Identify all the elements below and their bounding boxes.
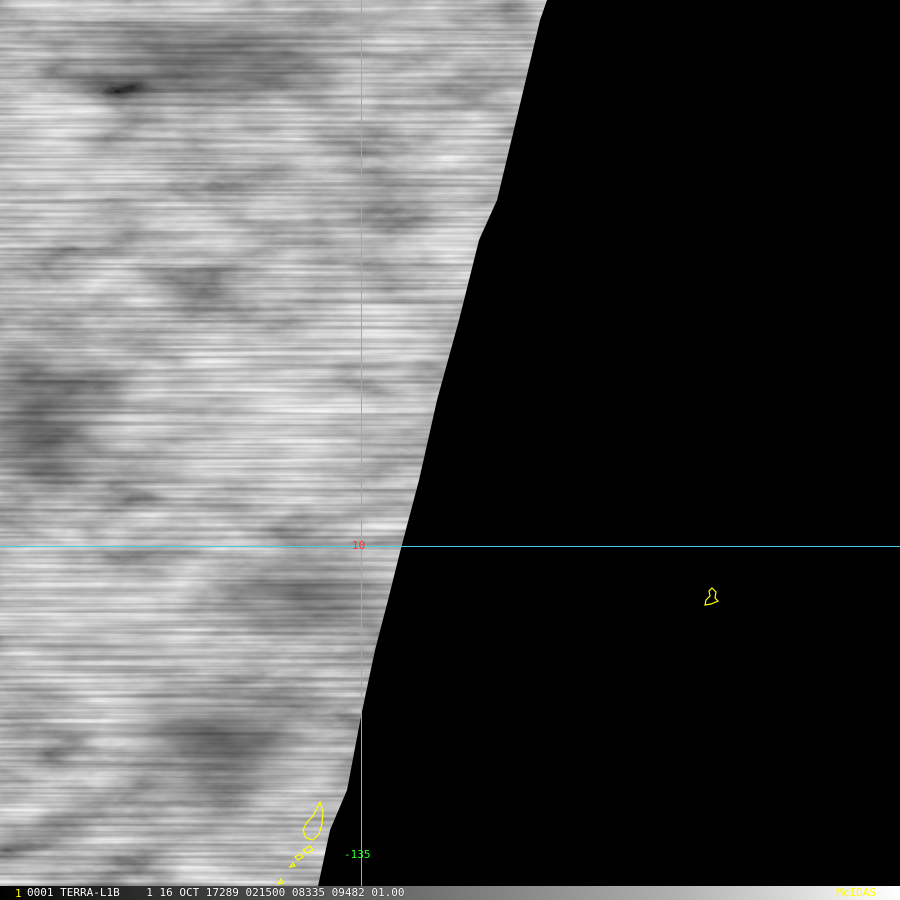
mcidas-brand-label: McIDAS	[836, 886, 876, 899]
latitude-label: 10	[352, 539, 366, 552]
longitude-label: -135	[344, 848, 371, 861]
coastline-island-east	[704, 587, 720, 606]
satellite-imagery	[0, 0, 900, 886]
satellite-image-viewport[interactable]: 10 -135	[0, 0, 900, 886]
imagery-swath	[0, 0, 547, 886]
image-info-text: 0001 TERRA-L1B 1 16 OCT 17289 021500 083…	[27, 886, 405, 899]
status-bar: 1 0001 TERRA-L1B 1 16 OCT 17289 021500 0…	[0, 886, 900, 900]
frame-number[interactable]: 1	[15, 888, 22, 900]
